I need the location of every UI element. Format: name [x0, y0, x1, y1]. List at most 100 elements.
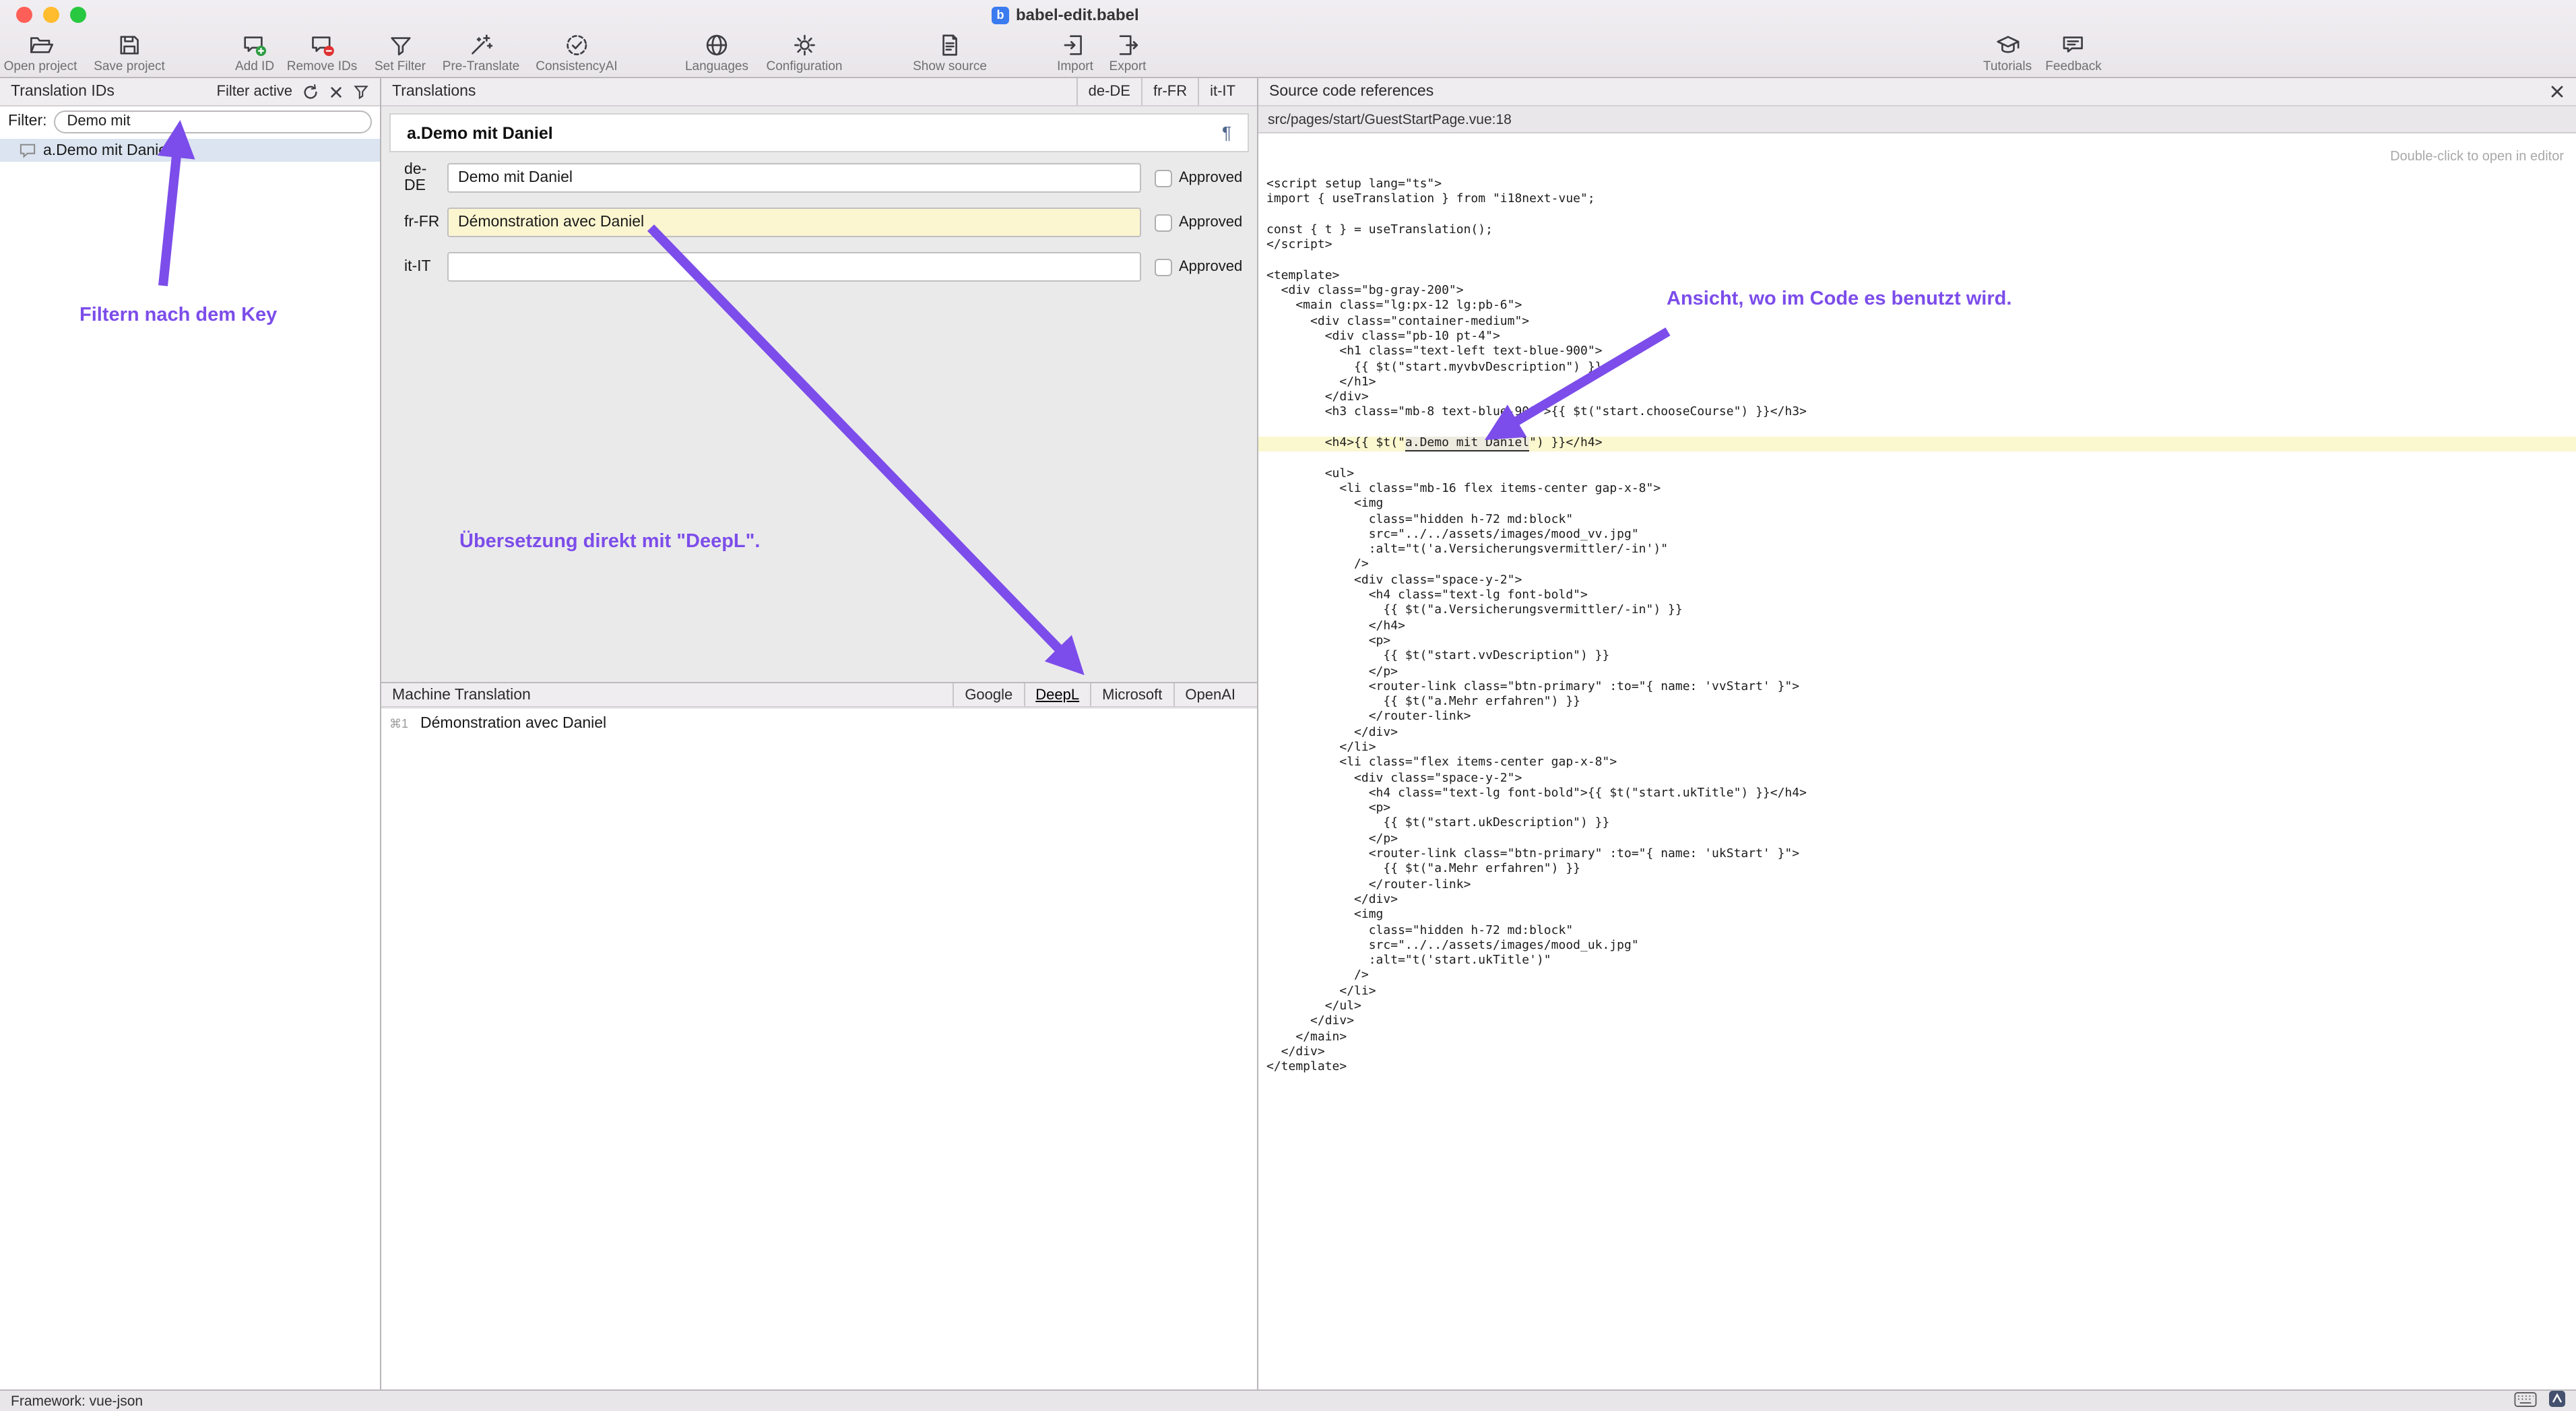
input-source-icon[interactable] [2549, 1391, 2565, 1411]
code-line: </div> [1266, 1046, 2576, 1061]
app-icon: b [992, 6, 1009, 24]
code-line: </div> [1266, 1015, 2576, 1031]
code-line: <p> [1266, 802, 2576, 817]
toolbar-button-pre-translate[interactable]: Pre-Translate [443, 32, 519, 74]
mt-suggestion[interactable]: ⌘1 Démonstration avec Daniel [389, 716, 606, 732]
toolbar-label: Tutorials [1983, 59, 2032, 74]
translation-input-fr-fr[interactable] [447, 208, 1141, 237]
keyboard-icon[interactable] [2514, 1391, 2537, 1410]
minimize-window-button[interactable] [43, 7, 59, 23]
toolbar-button-consistencyai[interactable]: ConsistencyAI [536, 32, 617, 74]
source-code-header: Source code references [1258, 78, 2576, 106]
toolbar-label: Show source [913, 59, 987, 74]
toolbar-button-export[interactable]: Export [1109, 32, 1147, 74]
code-line: </li> [1266, 741, 2576, 757]
code-line [1266, 208, 2576, 224]
toolbar-button-save-project[interactable]: Save project [94, 32, 165, 74]
translation-input-de-de[interactable] [447, 163, 1141, 193]
translation-row-de-de: de-DEApproved [381, 163, 1257, 193]
configuration-icon [792, 32, 817, 58]
code-line: {{ $t("a.Versicherungsvermittler/-in") }… [1266, 604, 2576, 620]
code-line: </p> [1266, 665, 2576, 681]
translation-ids-panel: Translation IDs Filter active Filter: a.… [0, 78, 381, 1389]
mt-provider-tab-microsoft[interactable]: Microsoft [1090, 683, 1173, 706]
translation-id-label: a.Demo mit Daniel [43, 142, 170, 158]
code-line: src="../../assets/images/mood_uk.jpg" [1266, 939, 2576, 955]
code-line: <li class="mb-16 flex items-center gap-x… [1266, 482, 2576, 498]
source-file-tab[interactable]: src/pages/start/GuestStartPage.vue:18 [1258, 106, 2576, 133]
filter-input[interactable] [54, 110, 373, 133]
close-window-button[interactable] [16, 7, 32, 23]
toolbar-button-languages[interactable]: Languages [685, 32, 748, 74]
toolbar-button-configuration[interactable]: Configuration [766, 32, 842, 74]
toolbar-button-feedback[interactable]: Feedback [2045, 32, 2101, 74]
refresh-filter-icon[interactable] [302, 83, 319, 100]
code-line: <ul> [1266, 467, 2576, 482]
code-line: <main class="lg:px-12 lg:pb-6"> [1266, 300, 2576, 315]
current-translation-id: a.Demo mit Daniel [407, 123, 553, 142]
remove-ids-icon [309, 32, 335, 58]
clear-filter-icon[interactable] [329, 84, 344, 99]
code-line: </div> [1266, 391, 2576, 406]
code-line: <div class="bg-gray-200"> [1266, 284, 2576, 300]
code-line: <div class="space-y-2"> [1266, 573, 2576, 589]
consistency-ai-icon [564, 32, 589, 58]
translation-input-it-it[interactable] [447, 252, 1141, 282]
code-line: import { useTranslation } from "i18next-… [1266, 193, 2576, 209]
filter-icon[interactable] [353, 84, 369, 100]
source-code: <script setup lang="ts">import { useTran… [1258, 178, 2576, 1389]
language-tab-fr-fr[interactable]: fr-FR [1141, 78, 1198, 105]
code-line: <p> [1266, 635, 2576, 650]
toolbar-button-open-project[interactable]: Open project [4, 32, 77, 74]
approved-checkbox-de-de[interactable] [1155, 169, 1172, 187]
translation-row-fr-fr: fr-FRApproved [381, 208, 1257, 237]
toolbar-button-set-filter[interactable]: Set Filter [375, 32, 426, 74]
save-project-icon [117, 32, 142, 58]
current-translation-id-bar: a.Demo mit Daniel ¶ [389, 113, 1249, 152]
translation-id-item[interactable]: a.Demo mit Daniel [0, 139, 380, 162]
code-line [1266, 254, 2576, 270]
code-line [1266, 422, 2576, 437]
approved-checkbox-fr-fr[interactable] [1155, 214, 1172, 231]
mt-suggestion-text: Démonstration avec Daniel [420, 716, 606, 732]
code-line: <img [1266, 909, 2576, 924]
zoom-window-button[interactable] [70, 7, 86, 23]
mt-provider-tab-google[interactable]: Google [953, 683, 1023, 706]
mt-provider-tab-bar: GoogleDeepLMicrosoftOpenAI [953, 683, 1246, 706]
code-line: <h1 class="text-left text-blue-900"> [1266, 346, 2576, 361]
toolbar-label: Add ID [235, 59, 274, 74]
mt-shortcut-badge: ⌘1 [389, 717, 408, 732]
code-line: <h4 class="text-lg font-bold"> [1266, 589, 2576, 604]
code-line: </router-link> [1266, 878, 2576, 893]
paragraph-icon[interactable]: ¶ [1222, 123, 1231, 143]
window-title: b babel-edit.babel [992, 5, 1139, 24]
toolbar-button-show-source[interactable]: Show source [913, 32, 987, 74]
code-line: <div class="space-y-2"> [1266, 772, 2576, 787]
toolbar-button-import[interactable]: Import [1057, 32, 1093, 74]
code-line: const { t } = useTranslation(); [1266, 224, 2576, 239]
toolbar-label: Set Filter [375, 59, 426, 74]
toolbar-label: Export [1109, 59, 1147, 74]
code-line: /> [1266, 559, 2576, 574]
code-line: :alt="t('a.Versicherungsvermittler/-in')… [1266, 543, 2576, 559]
filter-label: Filter: [8, 113, 47, 129]
editor-hint: Double-click to open in editor [2390, 150, 2564, 164]
code-line: <router-link class="btn-primary" :to="{ … [1266, 681, 2576, 696]
code-line: </li> [1266, 984, 2576, 1000]
code-line: :alt="t('start.ukTitle')" [1266, 954, 2576, 970]
close-panel-icon[interactable] [2549, 84, 2565, 100]
toolbar-button-add-id[interactable]: Add ID [235, 32, 274, 74]
mt-provider-tab-openai[interactable]: OpenAI [1173, 683, 1246, 706]
status-bar: Framework: vue-json [0, 1389, 2576, 1411]
code-line: /> [1266, 970, 2576, 985]
code-line: </h1> [1266, 376, 2576, 391]
highlighted-translation-key[interactable]: a.Demo mit Daniel [1405, 437, 1529, 451]
toolbar-button-remove-ids[interactable]: Remove IDs [287, 32, 358, 74]
language-tab-it-it[interactable]: it-IT [1198, 78, 1246, 105]
language-tab-de-de[interactable]: de-DE [1076, 78, 1141, 105]
toolbar-button-tutorials[interactable]: Tutorials [1983, 32, 2032, 74]
filter-row: Filter: [0, 108, 380, 135]
approved-checkbox-it-it[interactable] [1155, 258, 1172, 276]
window-chrome: b babel-edit.babel Open project Save proj… [0, 0, 2576, 78]
mt-provider-tab-deepl[interactable]: DeepL [1023, 683, 1090, 706]
